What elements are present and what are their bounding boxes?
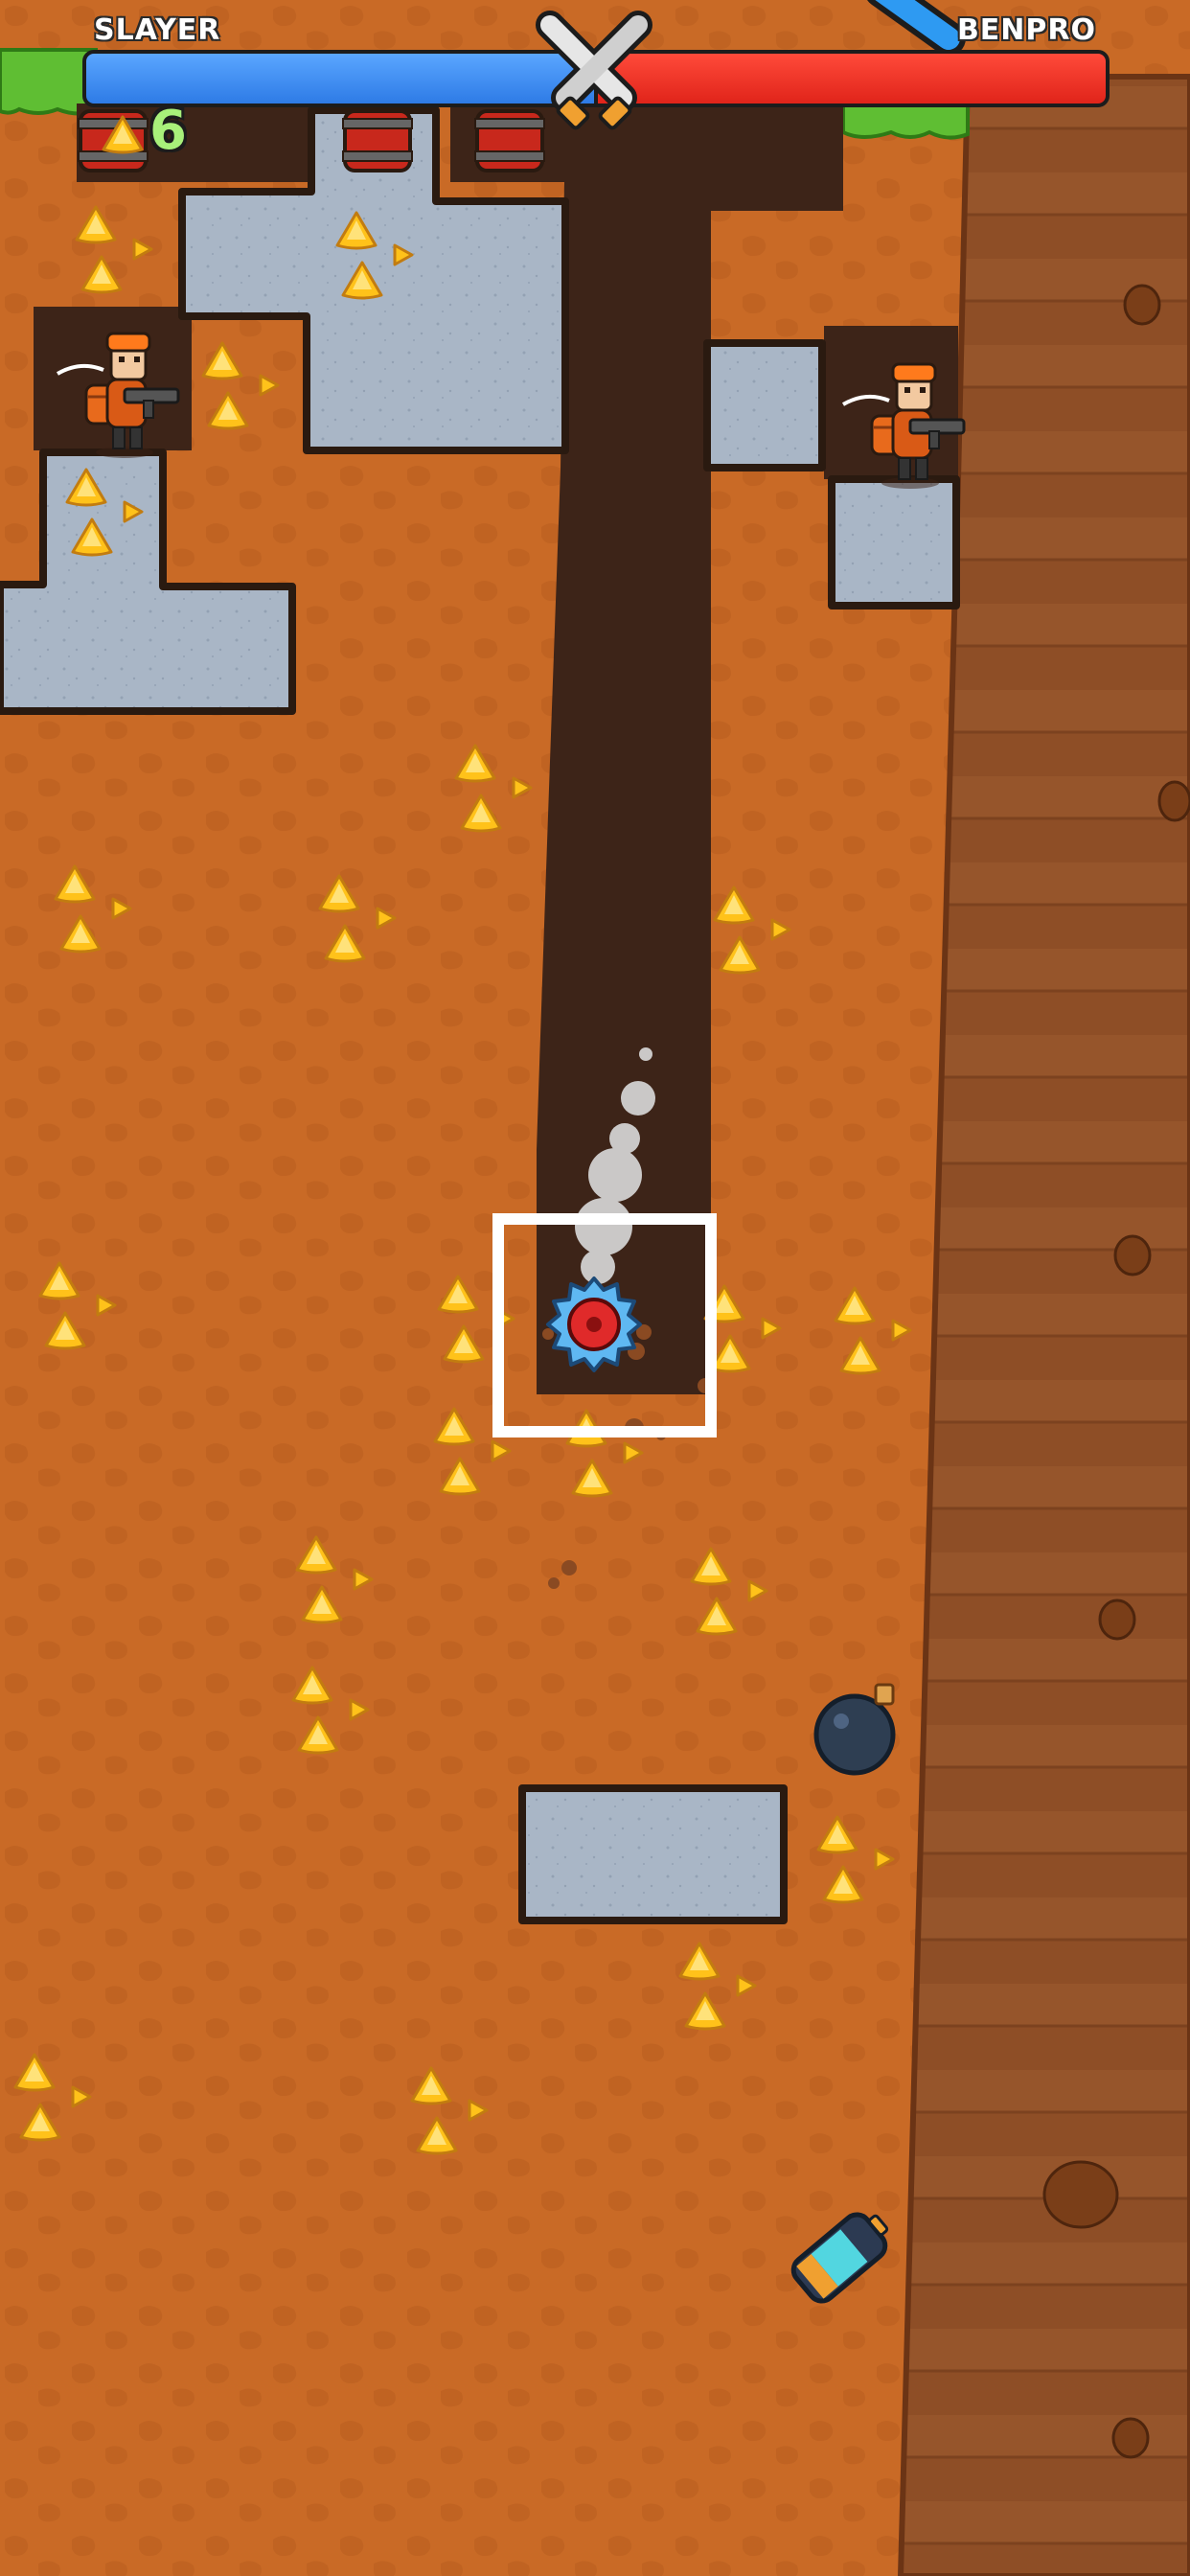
- wall-pebble: [1123, 284, 1161, 326]
- hud-gold-icon: [102, 115, 144, 154]
- hud-overlay: [102, 11, 652, 154]
- wall-pebble: [1157, 780, 1190, 822]
- wall-pebble: [1098, 1598, 1136, 1641]
- rock-block-right-upper: [703, 339, 826, 472]
- rock-block-bottom: [518, 1784, 788, 1924]
- wall-pebble: [1113, 1234, 1152, 1276]
- wall-pebble: [1042, 2160, 1119, 2229]
- crossed-swords-icon: [536, 11, 652, 130]
- game-scene[interactable]: [0, 0, 1190, 2576]
- rock-block-right-lower: [828, 475, 960, 610]
- wall-pebble: [1111, 2417, 1150, 2459]
